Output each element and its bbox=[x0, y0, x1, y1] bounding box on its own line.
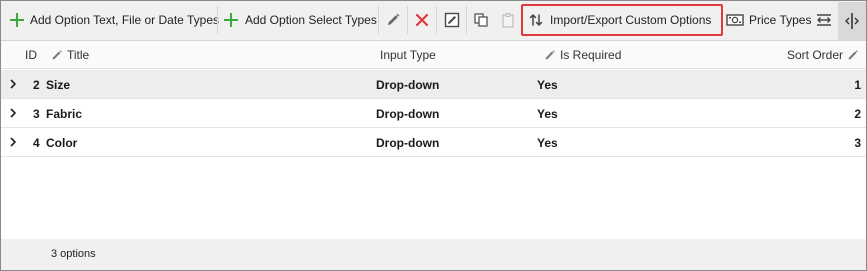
delete-x-icon bbox=[415, 13, 429, 27]
table-row[interactable]: 3 Fabric Drop-down Yes 2 bbox=[1, 99, 866, 128]
edit-button[interactable] bbox=[381, 5, 405, 35]
toolbar-divider bbox=[436, 6, 437, 34]
toolbar-divider bbox=[378, 6, 379, 34]
price-types-label: Price Types bbox=[749, 13, 812, 27]
column-header-title[interactable]: Title bbox=[51, 41, 89, 69]
custom-options-panel: Add Option Text, File or Date Types Add … bbox=[0, 0, 867, 271]
edit-grid-icon bbox=[444, 12, 460, 28]
options-count: 3 options bbox=[51, 248, 96, 260]
chevron-right-icon[interactable] bbox=[7, 78, 19, 90]
highlight-box bbox=[521, 4, 723, 36]
column-header-input-type[interactable]: Input Type bbox=[380, 41, 436, 69]
plus-icon bbox=[9, 12, 25, 28]
price-tag-icon bbox=[726, 14, 744, 26]
fit-width-icon bbox=[817, 14, 831, 26]
row-title: Size bbox=[46, 77, 71, 92]
row-id: 4 bbox=[33, 135, 40, 150]
add-option-select-types-button[interactable]: Add Option Select Types bbox=[223, 5, 377, 35]
row-is-required: Yes bbox=[537, 135, 558, 150]
status-bar: 3 options bbox=[1, 239, 866, 270]
copy-icon bbox=[474, 13, 488, 27]
row-title: Fabric bbox=[46, 106, 83, 121]
pencil-icon bbox=[388, 13, 400, 25]
row-input-type: Drop-down bbox=[376, 77, 440, 92]
copy-button[interactable] bbox=[469, 5, 493, 35]
row-title: Color bbox=[46, 135, 78, 150]
toggle-panel-button[interactable] bbox=[838, 2, 866, 40]
split-panel-icon bbox=[845, 13, 859, 29]
row-id: 3 bbox=[33, 106, 40, 121]
row-sort-order: 3 bbox=[854, 135, 861, 150]
pencil-icon bbox=[545, 50, 555, 60]
toolbar: Add Option Text, File or Date Types Add … bbox=[1, 1, 866, 41]
pencil-icon bbox=[52, 50, 62, 60]
pencil-icon bbox=[848, 50, 858, 60]
row-sort-order: 2 bbox=[854, 106, 861, 121]
column-header-sort-order[interactable]: Sort Order bbox=[787, 41, 859, 69]
row-is-required: Yes bbox=[537, 106, 558, 121]
toolbar-divider bbox=[466, 6, 467, 34]
table-row[interactable]: 4 Color Drop-down Yes 3 bbox=[1, 128, 866, 157]
row-id: 2 bbox=[33, 77, 40, 92]
add-option-text-file-date-button[interactable]: Add Option Text, File or Date Types bbox=[9, 5, 219, 35]
grid-header: ID Title Input Type Is Required Sort Ord… bbox=[1, 41, 866, 69]
plus-icon bbox=[223, 12, 239, 28]
chevron-right-icon[interactable] bbox=[7, 136, 19, 148]
row-is-required: Yes bbox=[537, 77, 558, 92]
column-header-is-required-label: Is Required bbox=[560, 48, 622, 62]
row-sort-order: 1 bbox=[854, 77, 861, 92]
row-input-type: Drop-down bbox=[376, 135, 440, 150]
column-header-id[interactable]: ID bbox=[25, 41, 37, 69]
fit-columns-button[interactable] bbox=[812, 5, 836, 35]
price-types-button[interactable]: Price Types bbox=[726, 5, 811, 35]
toolbar-divider bbox=[407, 6, 408, 34]
delete-button[interactable] bbox=[410, 5, 434, 35]
paste-button[interactable] bbox=[496, 5, 520, 35]
add-option-text-file-date-label: Add Option Text, File or Date Types bbox=[30, 13, 219, 27]
column-header-id-label: ID bbox=[25, 48, 37, 62]
column-header-is-required[interactable]: Is Required bbox=[544, 41, 621, 69]
bulk-edit-button[interactable] bbox=[440, 5, 464, 35]
toolbar-divider bbox=[217, 6, 218, 34]
column-header-sort-order-label: Sort Order bbox=[787, 48, 844, 62]
column-header-title-label: Title bbox=[67, 48, 90, 62]
row-input-type: Drop-down bbox=[376, 106, 440, 121]
chevron-right-icon[interactable] bbox=[7, 107, 19, 119]
column-header-input-type-label: Input Type bbox=[380, 48, 436, 62]
table-row[interactable]: 2 Size Drop-down Yes 1 bbox=[1, 70, 866, 99]
add-option-select-types-label: Add Option Select Types bbox=[245, 13, 377, 27]
clipboard-icon bbox=[502, 13, 514, 28]
